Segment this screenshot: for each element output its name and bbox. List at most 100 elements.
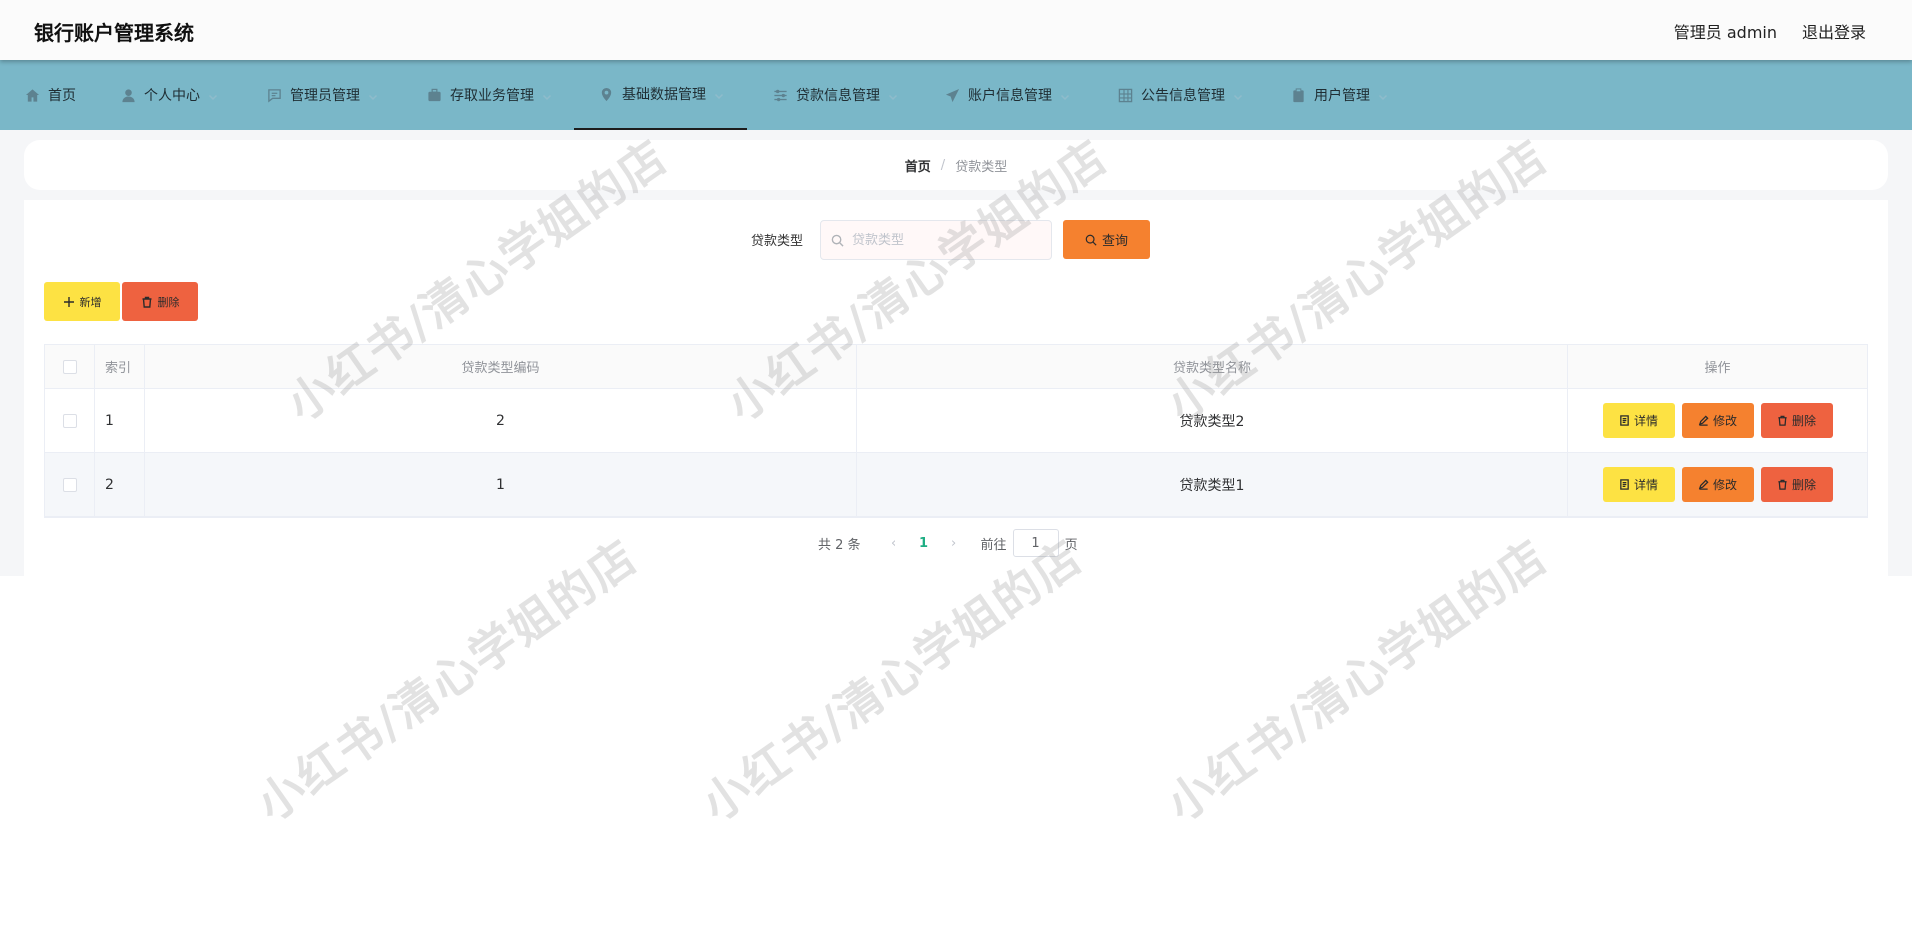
trash-icon — [1778, 415, 1787, 426]
search-input[interactable] — [852, 232, 1032, 248]
goto-label: 前往 — [980, 537, 1007, 553]
add-button-label: 新增 — [79, 295, 102, 309]
search-icon — [1085, 234, 1097, 246]
column-header-actions: 操作 — [1704, 361, 1731, 376]
nav-item-label: 贷款信息管理 — [796, 88, 880, 104]
row-checkbox-cell — [45, 389, 95, 452]
add-button[interactable]: 新增 — [44, 282, 120, 321]
nav-item-label: 用户管理 — [1314, 88, 1370, 104]
pencil-icon — [1698, 479, 1709, 490]
row-name: 贷款类型2 — [857, 389, 1568, 452]
row-code: 2 — [145, 389, 857, 452]
home-icon — [24, 87, 40, 103]
table-row: 1 2 贷款类型2 详情 修改 删除 — [45, 389, 1867, 453]
next-page-button[interactable]: › — [939, 536, 969, 551]
pagination: 共 2 条 ‹ 1 › 前往 页 — [818, 528, 1078, 558]
goto-page-input[interactable] — [1012, 529, 1059, 557]
prev-page-button[interactable]: ‹ — [879, 536, 909, 551]
header-checkbox-cell — [45, 345, 95, 388]
document-icon — [1620, 479, 1629, 490]
pencil-icon — [1698, 415, 1709, 426]
sliders-icon — [772, 87, 788, 103]
nav-item-admin-manage[interactable]: 管理员管理 — [266, 60, 378, 130]
row-actions: 详情 修改 删除 — [1568, 389, 1867, 452]
nav-item-base-data[interactable]: 基础数据管理 — [574, 60, 747, 130]
delete-button-label: 删除 — [1791, 414, 1816, 428]
nav-item-label: 基础数据管理 — [622, 87, 706, 103]
suitcase-icon — [426, 87, 442, 103]
chevron-down-icon — [208, 90, 218, 101]
loan-type-table: 索引 贷款类型编码 贷款类型名称 操作 1 2 贷款类型2 详情 修改 删除 2 — [44, 344, 1868, 518]
delete-button-label: 删除 — [1791, 478, 1816, 492]
trash-icon — [1778, 479, 1787, 490]
column-header-code: 贷款类型编码 — [145, 345, 857, 388]
row-checkbox-cell — [45, 453, 95, 516]
select-all-checkbox[interactable] — [62, 359, 77, 374]
column-header-name: 贷款类型名称 — [857, 345, 1568, 388]
row-checkbox[interactable] — [62, 477, 77, 492]
row-name: 贷款类型1 — [857, 453, 1568, 516]
trash-icon — [142, 296, 151, 308]
row-checkbox[interactable] — [62, 413, 77, 428]
search-field[interactable] — [820, 220, 1052, 260]
breadcrumb-current: 贷款类型 — [955, 159, 1008, 175]
query-button[interactable]: 查询 — [1063, 220, 1150, 259]
chevron-down-icon — [542, 90, 552, 101]
breadcrumb: 首页 / 贷款类型 — [24, 140, 1888, 190]
chevron-down-icon — [714, 89, 724, 100]
search-icon — [831, 234, 844, 247]
page-suffix: 页 — [1064, 537, 1078, 553]
nav-item-label: 账户信息管理 — [968, 88, 1052, 104]
chevron-down-icon — [888, 90, 898, 101]
row-index: 1 — [95, 389, 145, 452]
document-icon — [1620, 415, 1629, 426]
nav-item-user-manage[interactable]: 用户管理 — [1290, 60, 1388, 130]
pagination-total: 共 2 条 — [818, 537, 861, 553]
column-header-index: 索引 — [95, 345, 145, 388]
delete-button[interactable]: 删除 — [1760, 467, 1833, 502]
batch-delete-button-label: 删除 — [157, 295, 180, 309]
send-icon — [944, 87, 960, 103]
chat-icon — [266, 87, 282, 103]
delete-button[interactable]: 删除 — [1760, 403, 1833, 438]
current-user-label: 管理员 admin — [1673, 23, 1777, 42]
chevron-down-icon — [368, 90, 378, 101]
user-icon — [120, 87, 136, 103]
row-index: 2 — [95, 453, 145, 516]
nav-item-label: 首页 — [48, 88, 76, 104]
logout-link[interactable]: 退出登录 — [1802, 19, 1866, 43]
row-actions: 详情 修改 删除 — [1568, 453, 1867, 516]
table-row: 2 1 贷款类型1 详情 修改 删除 — [45, 453, 1867, 517]
nav-item-profile[interactable]: 个人中心 — [120, 60, 218, 130]
nav-item-label: 管理员管理 — [290, 88, 360, 104]
nav-item-notice-manage[interactable]: 公告信息管理 — [1117, 60, 1243, 130]
nav-item-label: 公告信息管理 — [1141, 88, 1225, 104]
chevron-down-icon — [1378, 90, 1388, 101]
nav-item-account-manage[interactable]: 账户信息管理 — [944, 60, 1070, 130]
chevron-down-icon — [1233, 90, 1243, 101]
top-header: 银行账户管理系统 管理员 admin 退出登录 — [0, 0, 1912, 60]
edit-button[interactable]: 修改 — [1681, 467, 1754, 502]
detail-button[interactable]: 详情 — [1602, 403, 1675, 438]
edit-button[interactable]: 修改 — [1681, 403, 1754, 438]
batch-delete-button[interactable]: 删除 — [122, 282, 198, 321]
app-title: 银行账户管理系统 — [34, 21, 194, 45]
edit-button-label: 修改 — [1712, 414, 1737, 428]
nav-item-loan-manage[interactable]: 贷款信息管理 — [772, 60, 898, 130]
main-nav: 首页 个人中心 管理员管理 存取业务管理 基础数据管理 贷款信息管理 账户信息管… — [0, 60, 1912, 130]
edit-button-label: 修改 — [1712, 478, 1737, 492]
query-button-label: 查询 — [1101, 234, 1128, 249]
breadcrumb-separator: / — [940, 157, 946, 173]
chevron-down-icon — [1060, 90, 1070, 101]
nav-item-label: 个人中心 — [144, 88, 200, 104]
nav-item-home[interactable]: 首页 — [24, 60, 76, 130]
nav-item-deposit-manage[interactable]: 存取业务管理 — [426, 60, 552, 130]
detail-button-label: 详情 — [1633, 414, 1658, 428]
breadcrumb-home-link[interactable]: 首页 — [905, 156, 931, 175]
plus-icon — [63, 296, 74, 307]
detail-button[interactable]: 详情 — [1602, 467, 1675, 502]
nav-item-label: 存取业务管理 — [450, 88, 534, 104]
clipboard-icon — [1290, 87, 1306, 103]
page-number-1[interactable]: 1 — [909, 536, 939, 551]
table-header-row: 索引 贷款类型编码 贷款类型名称 操作 — [45, 345, 1867, 389]
